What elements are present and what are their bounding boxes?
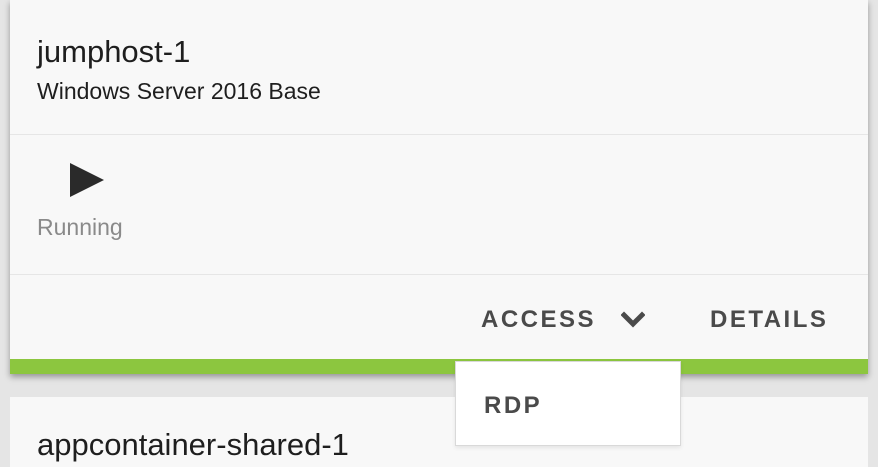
- vm-status: Running: [10, 135, 868, 275]
- play-icon: [70, 163, 104, 197]
- vm-actions: ACCESS DETAILS: [10, 275, 868, 359]
- vm-image-name: Windows Server 2016 Base: [37, 78, 321, 104]
- access-dropdown-menu: RDP: [455, 361, 681, 446]
- access-button-label: ACCESS: [481, 306, 597, 333]
- status-accent-bar: [10, 359, 868, 374]
- vm-name: jumphost-1: [37, 34, 191, 69]
- vm-card: appcontainer-shared-1: [10, 397, 868, 467]
- vm-name: appcontainer-shared-1: [37, 427, 349, 462]
- menu-item-rdp[interactable]: RDP: [484, 390, 542, 422]
- chevron-down-icon: [621, 311, 645, 328]
- details-button[interactable]: DETAILS: [710, 304, 840, 336]
- access-button[interactable]: ACCESS: [481, 304, 651, 336]
- vm-card: jumphost-1 Windows Server 2016 Base Runn…: [10, 0, 868, 374]
- vm-card-header: jumphost-1 Windows Server 2016 Base: [10, 0, 868, 135]
- status-label: Running: [37, 214, 123, 240]
